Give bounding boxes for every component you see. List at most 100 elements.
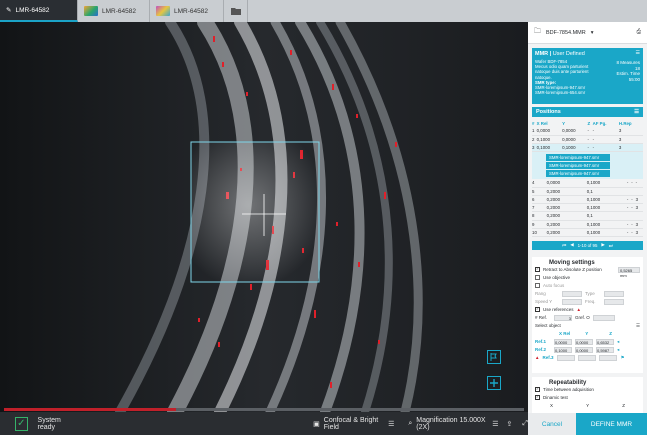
tab-lmr-1[interactable]: ✎ LMR-64582	[0, 0, 78, 22]
table-row-selected[interactable]: 3 0,1000 0,1000- -3	[532, 143, 643, 153]
microscope-viewer[interactable]	[0, 22, 528, 412]
add-position-button[interactable]	[487, 376, 501, 390]
magnification-selector[interactable]: ⌕ Magnification 15.000X (2X) ☰	[408, 417, 498, 431]
retract-checkbox[interactable]	[535, 267, 540, 273]
positions-header[interactable]: Positions ☰	[532, 107, 643, 117]
positions-table-continued: 4 0,0000 0,1000- - - 5 0,2000 0,1 6 0,2000 0,100…	[532, 179, 643, 237]
tab-bar-spacer	[248, 0, 647, 22]
use-refs-label: Use references	[543, 307, 574, 313]
moving-settings-section: Moving settings Retract to Absolute Z po…	[532, 256, 643, 373]
retract-label: Retract to Absolute Z position	[543, 267, 602, 273]
tab-lmr-2[interactable]: LMR-64582	[78, 0, 150, 22]
chevron-down-icon[interactable]: ▾	[591, 30, 594, 36]
retract-input[interactable]: 0,5265 mm	[618, 266, 640, 278]
type-label: Type	[585, 291, 595, 297]
status-check-icon: ✓	[15, 416, 28, 431]
status-bar: ✓ System ready ▣ Confocal & Bright Field…	[0, 412, 528, 435]
table-row[interactable]: 7 0,2000 0,1000- -3	[532, 203, 643, 213]
objective-checkbox[interactable]	[535, 275, 540, 281]
ref-row[interactable]: Ref.2 0,1000 0,0000 0,5987 ◂	[535, 346, 640, 354]
menu-icon: ☰	[634, 109, 639, 115]
file-name[interactable]: BDF-7854.MMR	[546, 30, 586, 36]
surface-thumbnail-icon	[84, 6, 98, 16]
smr-chip[interactable]: SMR-loremipsum-947.smr	[546, 162, 610, 170]
pin-icon[interactable]: ◂	[617, 339, 619, 345]
ref-table-header: X Rel Y Z	[559, 331, 613, 337]
first-page-icon[interactable]: ⏮	[562, 243, 566, 248]
prev-page-icon[interactable]: ◀	[570, 242, 573, 248]
table-row[interactable]: 2 0,1000 0,0000- -3	[532, 135, 643, 144]
progress-fill	[4, 408, 176, 411]
autofocus-label: Auto focus	[543, 283, 565, 289]
gref-input[interactable]	[592, 314, 615, 321]
mmr-tag: MMR | User Defined	[535, 51, 585, 57]
time-between-label: Time between adquisition	[543, 387, 594, 393]
table-row[interactable]: 5 0,2000 0,1	[532, 187, 643, 196]
menu-icon: ☰	[492, 420, 499, 428]
app-root: ✎ LMR-64582 LMR-64582 LMR-64582 ✓ System…	[0, 0, 647, 435]
progress-bar	[4, 408, 524, 411]
speed-freq-row: Speed Y Freq.	[535, 298, 640, 306]
surface-thumbnail-icon	[156, 6, 170, 16]
xyz-row: X Y Z	[535, 402, 640, 410]
menu-icon: ☰	[388, 420, 395, 428]
retract-row: Retract to Absolute Z position 0,5265 mm	[535, 266, 640, 278]
rang-type-row: Rang Type	[535, 290, 640, 298]
rang-label: Rang	[535, 291, 546, 297]
table-row[interactable]: 8 0,2000 0,1	[532, 211, 643, 221]
ref-count-input[interactable]: 3	[554, 314, 572, 321]
tab-lmr-3[interactable]: LMR-64582	[150, 0, 224, 22]
flag-icon[interactable]: ⚑	[620, 355, 624, 361]
ref-row[interactable]: ▲ Ref.3 ⚑	[535, 354, 640, 362]
dinamic-checkbox[interactable]	[535, 395, 540, 401]
smr-chip[interactable]: SMR-loremipsum-947.smr	[546, 154, 610, 162]
select-object-row[interactable]: Select object ☰	[535, 322, 640, 330]
x-label: X	[550, 403, 554, 409]
tab-bar: ✎ LMR-64582 LMR-64582 LMR-64582	[0, 0, 647, 22]
share-icon[interactable]: ⇪	[507, 420, 513, 428]
mode-selector[interactable]: ▣ Confocal & Bright Field ☰	[313, 417, 394, 431]
ref-count-row: # Ref. 3 Gref. O	[535, 314, 640, 322]
mode-label: Confocal & Bright Field	[323, 416, 379, 431]
tab-label: LMR-64582	[15, 6, 50, 14]
speed-input[interactable]	[562, 298, 582, 305]
printer-icon[interactable]: ⎙	[637, 29, 641, 36]
type-input[interactable]	[604, 290, 624, 297]
dinamic-label: Dinamic test	[543, 395, 568, 401]
use-refs-checkbox[interactable]	[535, 307, 540, 313]
positions-title: Positions	[536, 109, 561, 115]
smr-chip[interactable]: SMR-loremipsum-947.smr	[546, 170, 610, 178]
define-mmr-button[interactable]: DEFINE MMR	[576, 413, 647, 435]
table-row[interactable]: 4 0,0000 0,1000- - -	[532, 179, 643, 188]
magnification-label: Magnification 15.000X (2X)	[416, 416, 486, 431]
panel-actions: Cancel DEFINE MMR	[528, 413, 647, 435]
table-row[interactable]: 1 0,0000 0,0000- -3	[532, 127, 643, 136]
autofocus-checkbox[interactable]	[535, 283, 540, 289]
positions-pager: ⏮ ◀ 1-10 of 95 ▶ ⏭	[532, 240, 643, 250]
open-folder-button[interactable]	[224, 0, 248, 22]
menu-icon: ☰	[635, 322, 640, 328]
time-between-checkbox[interactable]	[535, 387, 540, 393]
ref-row[interactable]: Ref.1 0,0000 0,0000 0,6532 ◂	[535, 338, 640, 346]
tab-label: LMR-64582	[174, 7, 208, 15]
rang-input[interactable]	[562, 290, 582, 297]
freq-input[interactable]	[604, 298, 624, 305]
positions-table: # X Rel Y Z AF Pg. H.Rep 1 0,0000 0,0000- -…	[532, 119, 643, 153]
cancel-button[interactable]: Cancel	[528, 413, 576, 435]
last-page-icon[interactable]: ⏭	[609, 243, 613, 248]
mmr-stats: 8 Measures 18 Estim. Time 55:00	[616, 60, 640, 82]
warning-icon: ▲	[535, 355, 540, 361]
use-refs-row: Use references ▲	[535, 306, 640, 314]
pin-icon[interactable]: ◂	[617, 347, 619, 353]
table-row[interactable]: 10 0,2000 0,1000- -3	[532, 228, 643, 237]
y-label: Y	[586, 403, 590, 409]
warning-icon: ▲	[576, 307, 581, 313]
table-row[interactable]: 6 0,2000 0,1000- -3	[532, 195, 643, 205]
flag-button[interactable]	[487, 350, 501, 364]
menu-icon[interactable]: ☰	[636, 50, 640, 56]
next-page-icon[interactable]: ▶	[601, 242, 604, 248]
time-between-row: Time between adquisition	[535, 386, 640, 394]
folder-icon	[230, 8, 241, 15]
gref-label: Gref. O	[575, 315, 590, 321]
table-row[interactable]: 9 0,2000 0,1000- -3	[532, 220, 643, 229]
